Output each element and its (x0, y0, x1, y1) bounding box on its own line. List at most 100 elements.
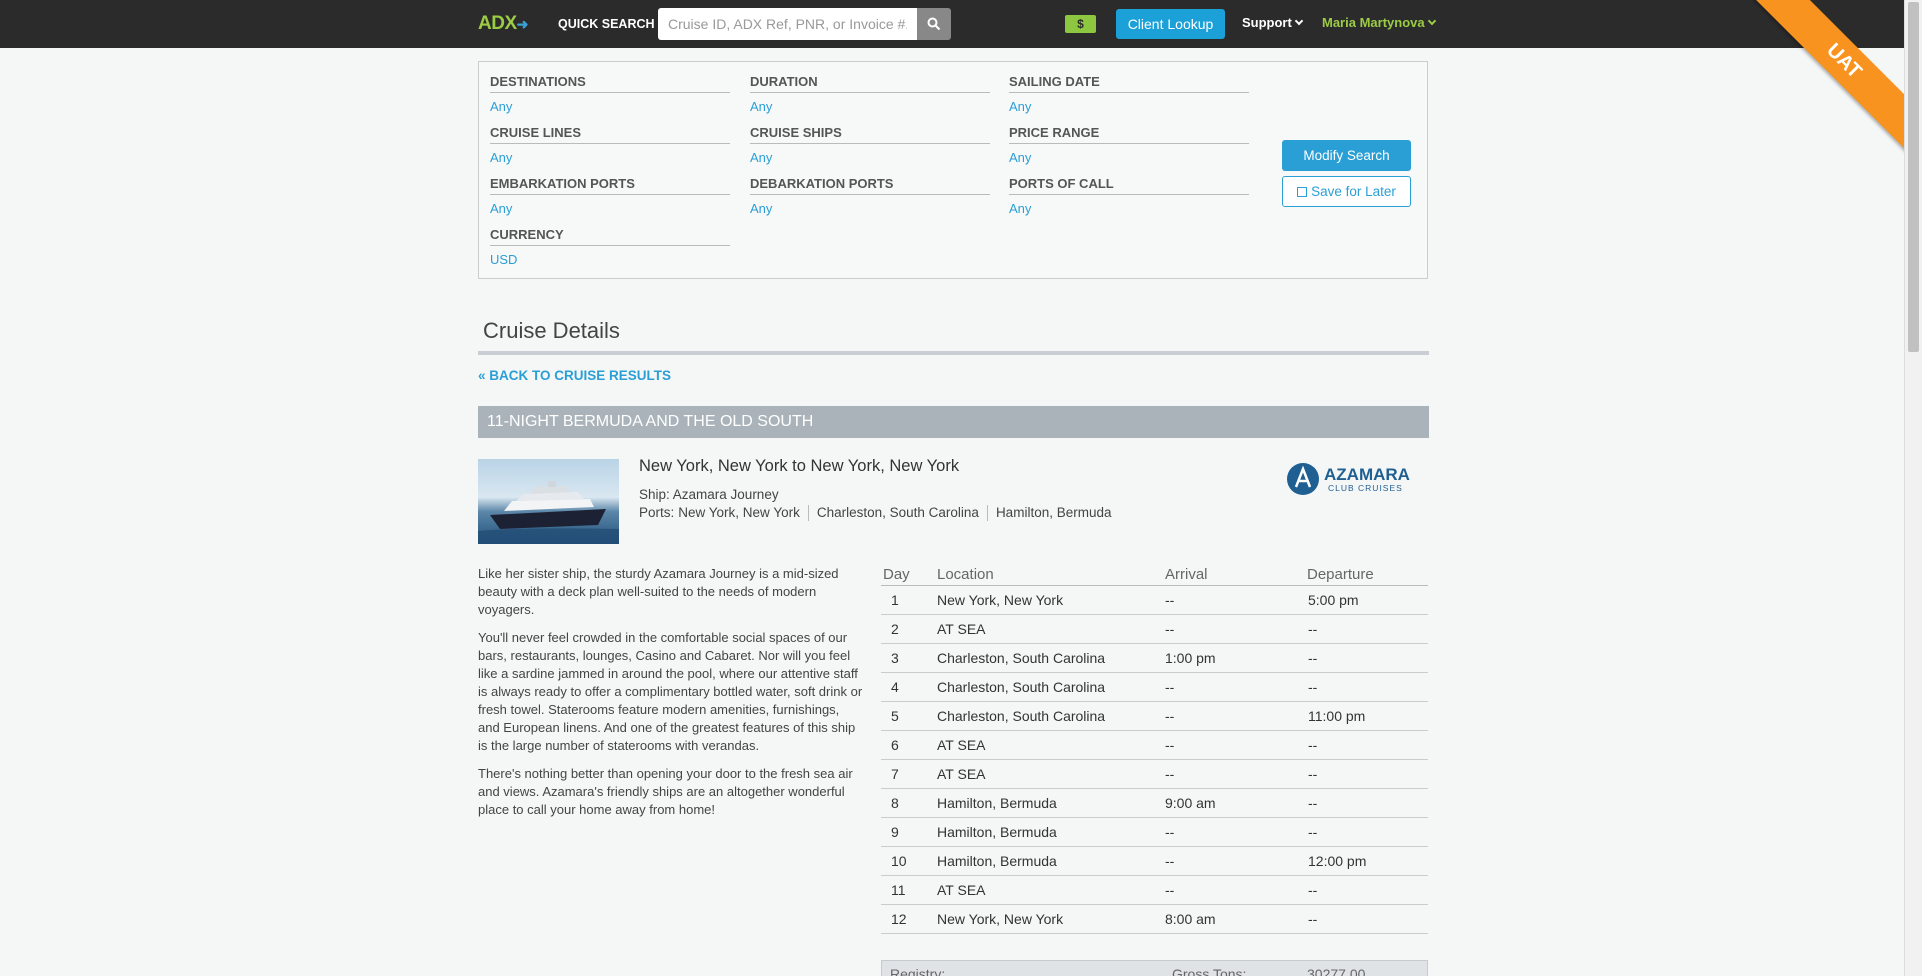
currency-button[interactable]: $ (1065, 15, 1096, 33)
cell-departure: -- (1306, 788, 1428, 818)
ports-list: Ports: New York, New York Charleston, So… (639, 505, 1112, 521)
save-icon (1297, 187, 1308, 197)
filter-label: SAILING DATE (1009, 74, 1249, 93)
filter-label: PORTS OF CALL (1009, 176, 1249, 195)
client-lookup-button[interactable]: Client Lookup (1116, 9, 1225, 39)
cell-day: 2 (881, 614, 927, 644)
filter-value[interactable]: Any (750, 201, 990, 216)
filter-value[interactable]: Any (1009, 201, 1249, 216)
filter-destinations[interactable]: DESTINATIONS Any (490, 74, 730, 114)
filter-value[interactable]: USD (490, 252, 730, 267)
support-label: Support (1242, 15, 1292, 30)
filter-value[interactable]: Any (490, 99, 730, 114)
table-row: 7 AT SEA -- -- (881, 759, 1428, 789)
filter-label: DEBARKATION PORTS (750, 176, 990, 195)
filter-value[interactable]: Any (1009, 150, 1249, 165)
user-name: Maria Martynova (1322, 15, 1425, 30)
cell-arrival: -- (1163, 817, 1306, 847)
cell-departure: -- (1306, 643, 1428, 673)
filter-sailing-date[interactable]: SAILING DATE Any (1009, 74, 1249, 114)
filter-ports-of-call[interactable]: PORTS OF CALL Any (1009, 176, 1249, 216)
cell-arrival: 8:00 am (1163, 904, 1306, 934)
cell-location: Charleston, South Carolina (927, 643, 1163, 673)
filter-cruise-lines[interactable]: CRUISE LINES Any (490, 125, 730, 165)
filter-duration[interactable]: DURATION Any (750, 74, 990, 114)
cell-departure: -- (1306, 875, 1428, 905)
cell-day: 5 (881, 701, 927, 731)
filter-label: PRICE RANGE (1009, 125, 1249, 144)
ship-description: Like her sister ship, the sturdy Azamara… (478, 565, 863, 829)
page-title: Cruise Details (483, 318, 620, 343)
quick-search-button[interactable] (917, 8, 951, 40)
save-for-later-button[interactable]: Save for Later (1282, 176, 1411, 207)
save-for-later-label: Save for Later (1311, 184, 1396, 199)
table-row: 2 AT SEA -- -- (881, 614, 1428, 644)
cell-arrival: -- (1163, 846, 1306, 876)
cell-departure: -- (1306, 904, 1428, 934)
filter-value[interactable]: Any (750, 99, 990, 114)
filter-label: CRUISE LINES (490, 125, 730, 144)
filter-value[interactable]: Any (490, 150, 730, 165)
scrollbar-thumb[interactable] (1908, 2, 1919, 352)
svg-text:AZAMARA: AZAMARA (1324, 465, 1410, 484)
description-paragraph: Like her sister ship, the sturdy Azamara… (478, 566, 839, 617)
table-row: 5 Charleston, South Carolina -- 11:00 pm (881, 701, 1428, 731)
filter-label: DURATION (750, 74, 990, 93)
quick-search-input[interactable] (658, 8, 917, 40)
cell-day: 4 (881, 672, 927, 702)
adx-logo[interactable]: ADX➜ (478, 13, 528, 35)
cell-location: New York, New York (927, 904, 1163, 934)
itinerary-table: Day Location Arrival Departure 1 New York… (881, 564, 1428, 934)
cell-location: Hamilton, Bermuda (927, 846, 1163, 876)
azamara-logo: AZAMARA CLUB CRUISES (1286, 459, 1428, 499)
ship-image (478, 459, 619, 544)
cell-departure: -- (1306, 730, 1428, 760)
ship-info-bar: Registry: Gross Tons: 30277.00 (881, 960, 1428, 976)
filter-price-range[interactable]: PRICE RANGE Any (1009, 125, 1249, 165)
filter-value[interactable]: Any (750, 150, 990, 165)
cell-location: AT SEA (927, 614, 1163, 644)
registry-label: Registry: (890, 966, 946, 976)
modify-search-button[interactable]: Modify Search (1282, 140, 1411, 171)
cell-departure: 12:00 pm (1306, 846, 1428, 876)
col-header-location: Location (927, 564, 1163, 586)
filter-debarkation-ports[interactable]: DEBARKATION PORTS Any (750, 176, 990, 216)
cell-day: 3 (881, 643, 927, 673)
col-header-arrival: Arrival (1163, 564, 1306, 586)
ports-label: Ports: (639, 505, 675, 520)
filter-value[interactable]: Any (1009, 99, 1249, 114)
cell-location: Hamilton, Bermuda (927, 817, 1163, 847)
filter-embarkation-ports[interactable]: EMBARKATION PORTS Any (490, 176, 730, 216)
chevron-down-icon (1294, 16, 1304, 26)
cell-location: Hamilton, Bermuda (927, 788, 1163, 818)
cell-arrival: 1:00 pm (1163, 643, 1306, 673)
cell-day: 11 (881, 875, 927, 905)
cell-arrival: -- (1163, 585, 1306, 615)
cell-location: AT SEA (927, 730, 1163, 760)
col-header-day: Day (881, 564, 927, 586)
filter-cruise-ships[interactable]: CRUISE SHIPS Any (750, 125, 990, 165)
filter-value[interactable]: Any (490, 201, 730, 216)
table-row: 9 Hamilton, Bermuda -- -- (881, 817, 1428, 847)
table-row: 10 Hamilton, Bermuda -- 12:00 pm (881, 846, 1428, 876)
gross-tons-label: Gross Tons: (1172, 966, 1247, 976)
filter-currency[interactable]: CURRENCY USD (490, 227, 730, 267)
filter-label: DESTINATIONS (490, 74, 730, 93)
cell-departure: -- (1306, 759, 1428, 789)
back-to-results-link[interactable]: « BACK TO CRUISE RESULTS (478, 368, 671, 383)
cell-day: 12 (881, 904, 927, 934)
search-filters-panel: DESTINATIONS Any DURATION Any SAILING DA… (478, 61, 1428, 279)
cell-arrival: -- (1163, 759, 1306, 789)
cell-departure: -- (1306, 672, 1428, 702)
user-menu[interactable]: Maria Martynova (1322, 15, 1436, 30)
page-scrollbar[interactable] (1904, 0, 1922, 976)
cell-day: 10 (881, 846, 927, 876)
support-menu[interactable]: Support (1242, 15, 1304, 30)
cell-arrival: -- (1163, 701, 1306, 731)
cell-arrival: -- (1163, 614, 1306, 644)
cell-location: AT SEA (927, 759, 1163, 789)
quick-search-label: QUICK SEARCH (558, 17, 655, 31)
search-icon (927, 17, 941, 31)
chevron-down-icon (1427, 16, 1436, 26)
cell-location: New York, New York (927, 585, 1163, 615)
